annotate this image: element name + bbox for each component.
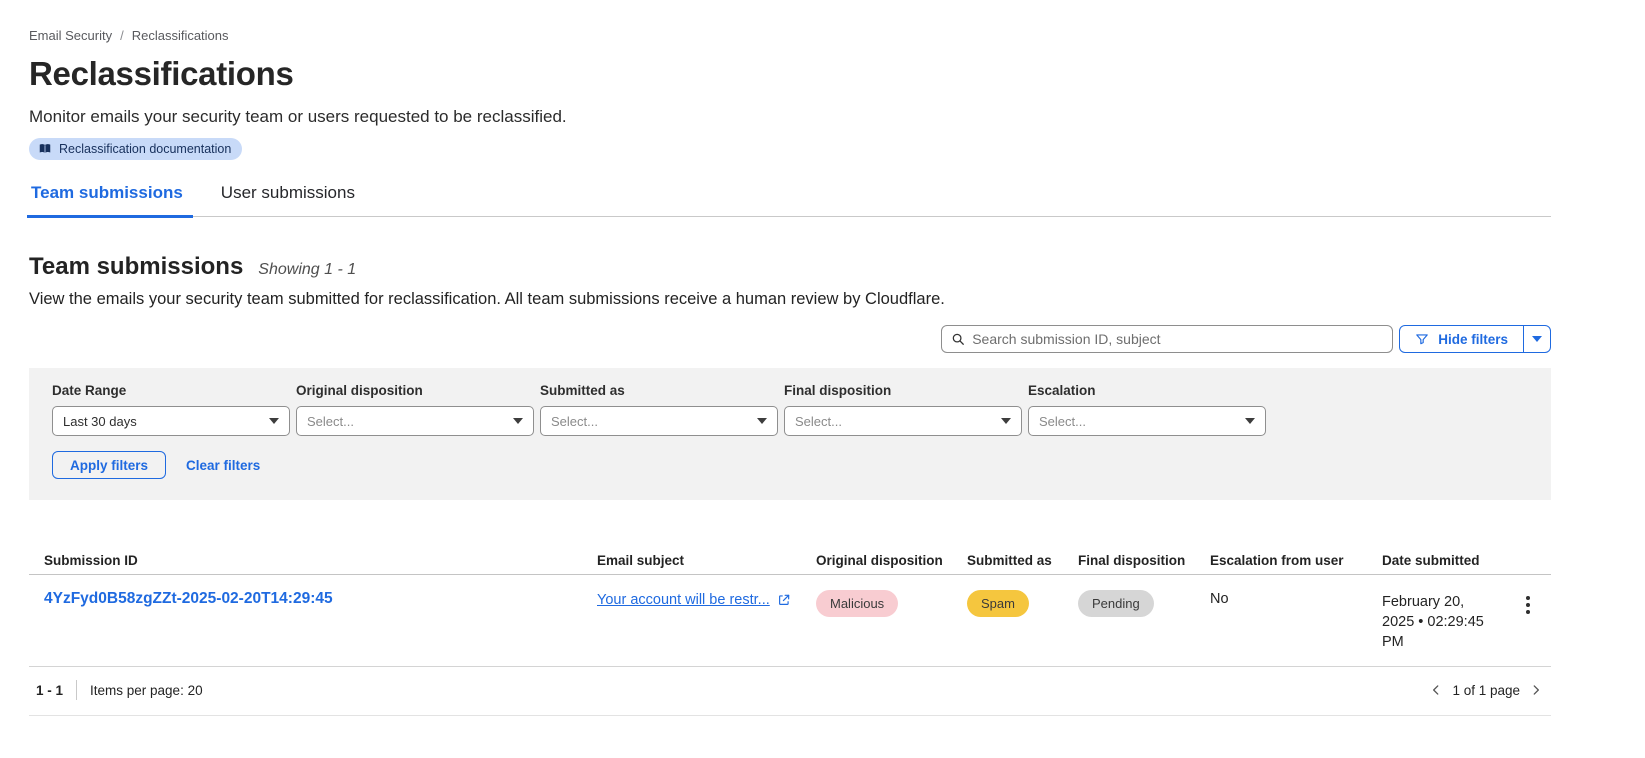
chevron-down-icon [757,418,767,424]
filter-group-original-disposition: Original disposition Select... [296,383,534,436]
date-submitted-value: February 20, 2025 • 02:29:45 PM [1382,592,1487,652]
date-range-select[interactable]: Last 30 days [52,406,290,436]
select-placeholder: Select... [307,414,354,429]
table-row: 4YzFyd0B58zgZZt-2025-02-20T14:29:45 Your… [29,575,1551,667]
filter-funnel-icon [1415,332,1429,346]
external-link-icon[interactable] [777,593,791,607]
page-status: 1 of 1 page [1452,683,1520,698]
chevron-down-icon [269,418,279,424]
original-disposition-select[interactable]: Select... [296,406,534,436]
items-per-page: Items per page: 20 [90,683,203,698]
page-subtitle: Monitor emails your security team or use… [29,107,1645,127]
column-header-date-submitted: Date submitted [1382,553,1487,568]
search-box [941,325,1393,353]
email-subject-link[interactable]: Your account will be restr... [597,592,770,608]
apply-filters-button[interactable]: Apply filters [52,451,166,479]
select-placeholder: Select... [551,414,598,429]
final-disposition-select[interactable]: Select... [784,406,1022,436]
submitted-as-badge: Spam [967,590,1029,617]
hide-filters-main[interactable]: Hide filters [1400,326,1523,352]
filter-label: Original disposition [296,383,534,398]
section-title: Team submissions [29,253,243,281]
escalation-select[interactable]: Select... [1028,406,1266,436]
original-disposition-badge: Malicious [816,590,898,617]
breadcrumb-email-security[interactable]: Email Security [29,28,112,43]
next-page-button[interactable] [1529,683,1543,697]
reclassifications-page: Email Security / Reclassifications Recla… [0,0,1645,716]
kebab-dot [1526,610,1530,614]
chevron-down-icon [513,418,523,424]
column-header-submission-id: Submission ID [29,553,597,568]
breadcrumb-separator: / [120,28,124,43]
filter-label: Final disposition [784,383,1022,398]
breadcrumb: Email Security / Reclassifications [29,0,1645,43]
filter-group-submitted-as: Submitted as Select... [540,383,778,436]
chevron-down-icon [1532,336,1542,342]
filter-group-date-range: Date Range Last 30 days [52,383,290,436]
final-disposition-badge: Pending [1078,590,1154,617]
search-icon [951,332,965,346]
column-header-submitted-as: Submitted as [967,553,1078,568]
filter-label: Submitted as [540,383,778,398]
table-header-row: Submission ID Email subject Original dis… [29,553,1551,575]
submitted-as-select[interactable]: Select... [540,406,778,436]
search-input[interactable] [972,331,1383,347]
pagination-bar: 1 - 1 Items per page: 20 1 of 1 page [29,667,1551,716]
tab-bar: Team submissions User submissions [29,183,1551,217]
clear-filters-button[interactable]: Clear filters [186,458,260,473]
row-actions-menu-button[interactable] [1521,590,1535,620]
section-header: Team submissions Showing 1 - 1 [29,253,1645,281]
pagination-range: 1 - 1 [36,683,63,698]
tab-user-submissions[interactable]: User submissions [219,183,357,216]
column-header-escalation-from-user: Escalation from user [1210,553,1382,568]
chevron-down-icon [1245,418,1255,424]
select-placeholder: Select... [1039,414,1086,429]
tab-team-submissions[interactable]: Team submissions [29,183,185,216]
select-placeholder: Select... [795,414,842,429]
filter-label: Escalation [1028,383,1266,398]
hide-filters-label: Hide filters [1438,332,1508,347]
pagination-divider [76,680,77,700]
kebab-dot [1526,596,1530,600]
submission-id-link[interactable]: 4YzFyd0B58zgZZt-2025-02-20T14:29:45 [44,590,333,607]
filter-panel: Date Range Last 30 days Original disposi… [29,368,1551,500]
column-header-email-subject: Email subject [597,553,816,568]
doc-pill-label: Reclassification documentation [59,142,231,156]
table-toolbar: Hide filters [29,325,1551,353]
book-icon [38,142,52,156]
breadcrumb-reclassifications: Reclassifications [132,28,229,43]
showing-count: Showing 1 - 1 [258,261,356,279]
filter-label: Date Range [52,383,290,398]
escalation-from-user-value: No [1210,591,1229,607]
page-title: Reclassifications [29,55,1645,93]
select-value: Last 30 days [63,414,137,429]
previous-page-button[interactable] [1429,683,1443,697]
reclassification-documentation-link[interactable]: Reclassification documentation [29,138,242,160]
chevron-down-icon [1001,418,1011,424]
submissions-table: Submission ID Email subject Original dis… [29,553,1551,667]
filter-group-final-disposition: Final disposition Select... [784,383,1022,436]
column-header-original-disposition: Original disposition [816,553,967,568]
column-header-final-disposition: Final disposition [1078,553,1210,568]
hide-filters-dropdown-toggle[interactable] [1523,326,1550,352]
kebab-dot [1526,603,1530,607]
filter-group-escalation: Escalation Select... [1028,383,1266,436]
section-description: View the emails your security team submi… [29,290,1645,309]
hide-filters-button[interactable]: Hide filters [1399,325,1551,353]
